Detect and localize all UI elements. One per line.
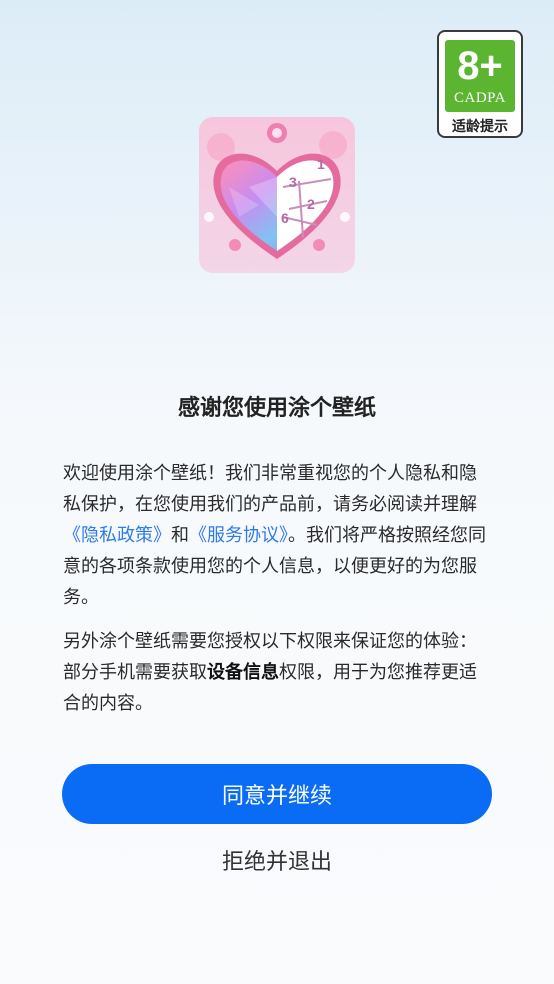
service-agreement-link[interactable]: 《服务协议》 — [189, 525, 288, 546]
privacy-text-1: 欢迎使用涂个壁纸！我们非常重视您的个人隐私和隐私保护，在您使用我们的产品前，请务… — [63, 463, 477, 515]
age-rating-green-panel: 8+ CADPA — [445, 40, 515, 112]
dialog-title: 感谢您使用涂个壁纸 — [177, 396, 376, 421]
age-rating-badge: 8+ CADPA 适龄提示 — [437, 30, 523, 138]
age-rating-org: CADPA — [454, 90, 506, 106]
heart-paint-by-number-icon: 1 3 2 6 — [199, 117, 355, 273]
permission-paragraph: 另外涂个壁纸需要您授权以下权限来保证您的体验：部分手机需要获取设备信息权限，用于… — [63, 626, 493, 719]
icon-number-6: 6 — [281, 210, 289, 226]
app-icon: 1 3 2 6 — [199, 117, 355, 273]
privacy-paragraph: 欢迎使用涂个壁纸！我们非常重视您的个人隐私和隐私保护，在您使用我们的产品前，请务… — [63, 458, 493, 613]
privacy-policy-link[interactable]: 《隐私政策》 — [63, 525, 171, 546]
age-rating-tip: 适龄提示 — [452, 119, 508, 135]
icon-number-1: 1 — [317, 156, 325, 172]
device-info-permission: 设备信息 — [207, 662, 279, 683]
privacy-text-2: 和 — [171, 525, 189, 546]
decline-exit-button[interactable]: 拒绝并退出 — [177, 838, 377, 882]
icon-number-3: 3 — [289, 174, 297, 190]
icon-number-2: 2 — [307, 196, 315, 212]
age-rating-value: 8+ — [457, 44, 503, 88]
agree-continue-button[interactable]: 同意并继续 — [62, 764, 492, 824]
